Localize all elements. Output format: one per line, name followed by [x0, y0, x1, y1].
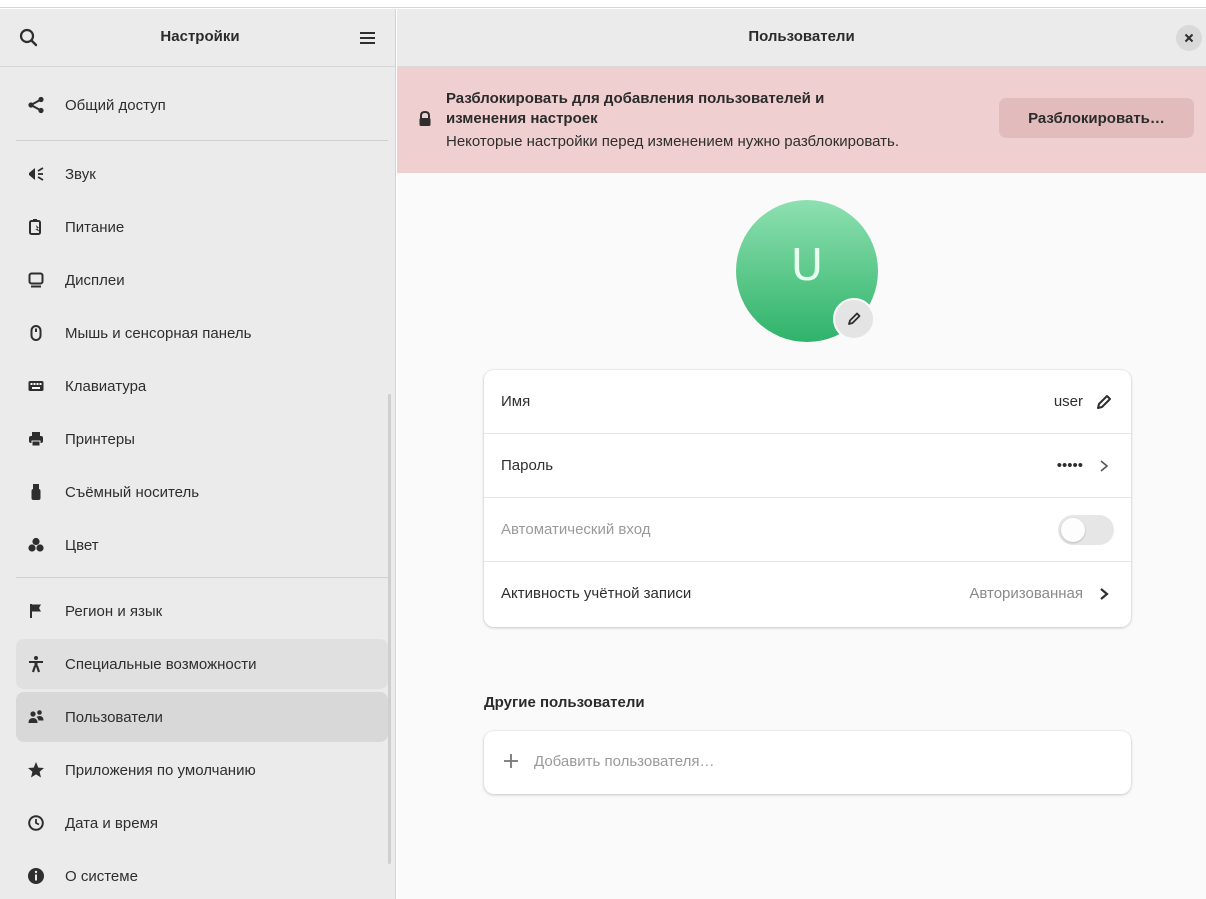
chevron-right-icon — [1094, 584, 1114, 604]
display-icon — [26, 270, 46, 290]
sidebar-item-accessibility[interactable]: Специальные возможности — [16, 639, 388, 689]
autologin-row: Автоматический вход — [484, 498, 1131, 562]
battery-power-icon — [26, 217, 46, 237]
pencil-icon — [848, 312, 861, 325]
unlock-banner: Разблокировать для добавления пользовате… — [397, 67, 1206, 173]
sidebar-item-label: Клавиатура — [65, 377, 147, 395]
autologin-switch[interactable] — [1058, 515, 1114, 545]
mouse-icon — [26, 323, 46, 343]
main-panel: Пользователи Разблокировать для добавлен… — [397, 9, 1206, 899]
other-users-heading: Другие пользователи — [484, 694, 645, 711]
banner-title: Разблокировать для добавления пользовате… — [446, 90, 825, 127]
search-button[interactable] — [14, 23, 44, 53]
star-icon — [26, 760, 46, 780]
add-user-label: Добавить пользователя… — [534, 753, 715, 770]
banner-subtitle: Некоторые настройки перед изменением нуж… — [446, 133, 900, 150]
autologin-label: Автоматический вход — [501, 521, 651, 538]
sidebar-item-power[interactable]: Питание — [16, 202, 388, 252]
users-icon — [26, 707, 46, 727]
sidebar-item-mouse[interactable]: Мышь и сенсорная панель — [16, 308, 388, 358]
sidebar-item-label: Пользователи — [65, 708, 163, 726]
sidebar-item-label: Регион и язык — [65, 602, 163, 620]
sidebar-item-printers[interactable]: Принтеры — [16, 414, 388, 464]
unlock-button[interactable]: Разблокировать… — [999, 98, 1194, 138]
sidebar-item-about[interactable]: О системе — [16, 851, 388, 899]
sidebar-item-date-time[interactable]: Дата и время — [16, 798, 388, 848]
sidebar-item-label: Съёмный носитель — [65, 483, 200, 501]
sidebar-item-sharing[interactable]: Общий доступ — [16, 80, 388, 130]
accessibility-icon — [26, 654, 46, 674]
sidebar-item-label: Приложения по умолчанию — [65, 761, 256, 779]
sidebar-separator — [16, 577, 388, 578]
name-value: user — [1053, 393, 1083, 410]
password-row[interactable]: Пароль ••••• — [484, 434, 1131, 498]
main-header: Пользователи — [397, 9, 1206, 67]
printer-icon — [26, 429, 46, 449]
sidebar-item-label: Общий доступ — [65, 96, 166, 114]
color-icon — [26, 535, 46, 555]
sidebar-item-label: О системе — [65, 867, 138, 885]
pencil-icon[interactable] — [1094, 392, 1114, 412]
user-properties-card: Имя user Пароль ••••• Автоматический вхо… — [484, 370, 1131, 627]
sidebar-item-label: Дата и время — [65, 814, 159, 832]
password-label: Пароль — [501, 457, 554, 474]
sidebar-header: Настройки — [0, 9, 395, 67]
sidebar: Настройки Общий доступ Звук Питание Дисп… — [0, 9, 396, 899]
sidebar-item-label: Мышь и сенсорная панель — [65, 324, 252, 342]
sidebar-item-label: Звук — [65, 165, 96, 183]
share-icon — [26, 95, 46, 115]
sidebar-item-sound[interactable]: Звук — [16, 149, 388, 199]
info-icon — [26, 866, 46, 886]
sidebar-item-color[interactable]: Цвет — [16, 520, 388, 570]
sidebar-item-label: Цвет — [65, 536, 99, 554]
sidebar-item-default-apps[interactable]: Приложения по умолчанию — [16, 745, 388, 795]
chevron-right-icon — [1094, 456, 1114, 476]
hamburger-menu-icon — [360, 32, 375, 44]
switch-knob — [1061, 518, 1085, 542]
search-icon — [19, 28, 38, 47]
avatar-initial: U — [790, 239, 824, 291]
add-user-row[interactable]: Добавить пользователя… — [484, 731, 1131, 794]
account-activity-row[interactable]: Активность учётной записи Авторизованная — [484, 562, 1131, 626]
main-menu-button[interactable] — [352, 23, 382, 53]
sidebar-item-label: Питание — [65, 218, 125, 236]
close-icon — [1184, 33, 1194, 43]
flag-icon — [26, 601, 46, 621]
name-label: Имя — [501, 393, 531, 410]
sidebar-item-keyboard[interactable]: Клавиатура — [16, 361, 388, 411]
sidebar-item-region[interactable]: Регион и язык — [16, 586, 388, 636]
speaker-icon — [26, 164, 46, 184]
sidebar-item-label: Принтеры — [65, 430, 135, 448]
sidebar-item-removable-media[interactable]: Съёмный носитель — [16, 467, 388, 517]
sidebar-separator — [16, 140, 388, 141]
lock-icon — [417, 110, 433, 132]
avatar-edit-button[interactable] — [833, 298, 875, 340]
sidebar-item-users[interactable]: Пользователи — [16, 692, 388, 742]
password-value: ••••• — [1056, 457, 1083, 474]
clock-icon — [26, 813, 46, 833]
usb-icon — [26, 482, 46, 502]
sidebar-item-label: Специальные возможности — [65, 655, 257, 673]
close-button[interactable] — [1176, 25, 1202, 51]
plus-icon — [501, 751, 521, 771]
activity-label: Активность учётной записи — [501, 585, 692, 602]
sidebar-item-displays[interactable]: Дисплеи — [16, 255, 388, 305]
activity-value: Авторизованная — [969, 585, 1083, 602]
sidebar-item-label: Дисплеи — [65, 271, 125, 289]
sidebar-title: Настройки — [160, 28, 240, 45]
keyboard-icon — [26, 376, 46, 396]
page-title: Пользователи — [748, 28, 855, 45]
window-top-edge — [0, 0, 1206, 8]
sidebar-scrollbar[interactable] — [388, 394, 391, 864]
name-row[interactable]: Имя user — [484, 370, 1131, 434]
